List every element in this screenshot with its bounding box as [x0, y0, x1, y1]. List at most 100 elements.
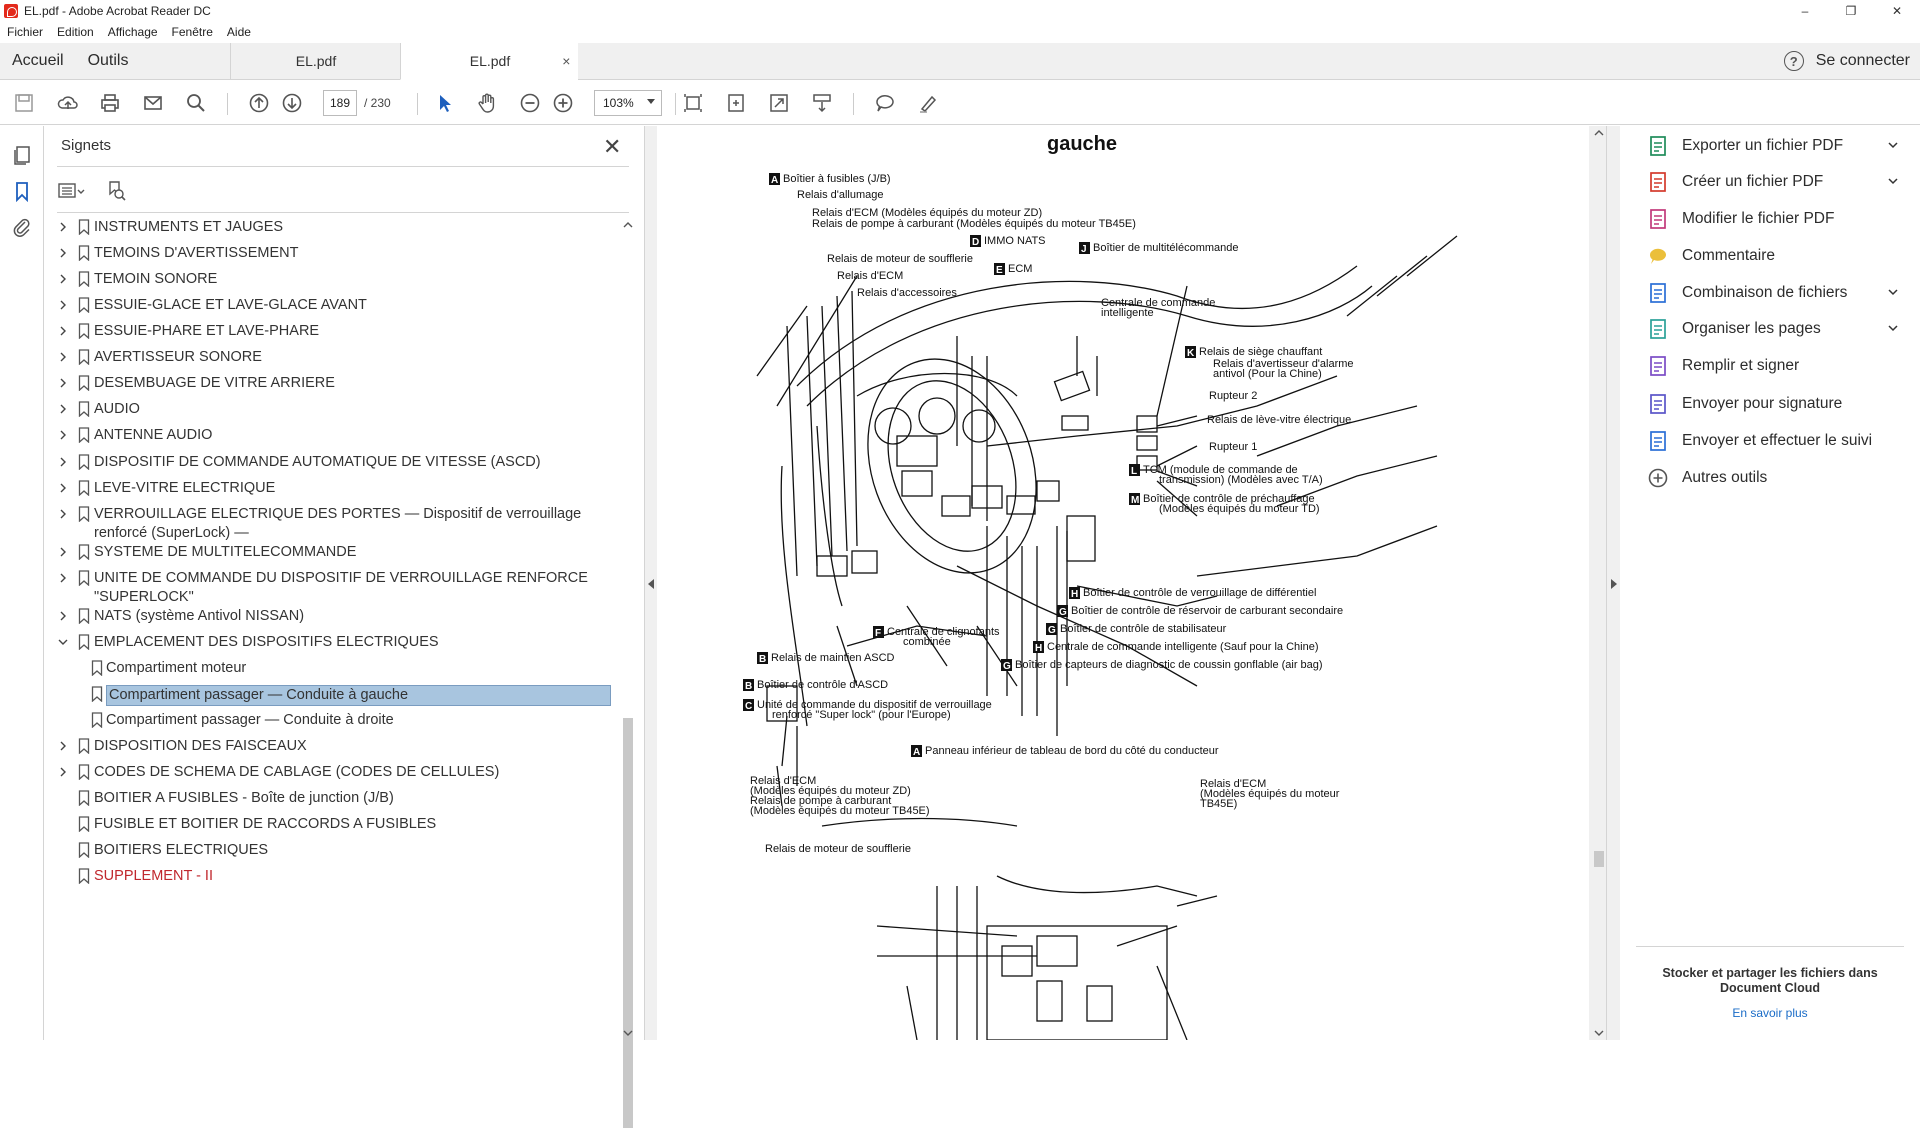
chevron-right-icon[interactable] — [57, 272, 69, 286]
bookmark-options-icon[interactable] — [57, 178, 87, 204]
menu-affichage[interactable]: Affichage — [101, 25, 165, 39]
tool-label: Autres outils — [1682, 469, 1768, 486]
chevron-right-icon[interactable] — [57, 609, 69, 623]
menu-edition[interactable]: Edition — [50, 25, 101, 39]
chevron-right-icon[interactable] — [57, 545, 69, 559]
chevron-right-icon[interactable] — [57, 350, 69, 364]
email-icon[interactable] — [141, 91, 165, 115]
learn-more-link[interactable]: En savoir plus — [1640, 1006, 1900, 1020]
bookmark-label: LEVE-VITRE ELECTRIQUE — [94, 480, 276, 496]
left-panel-splitter[interactable] — [645, 126, 657, 1040]
help-icon[interactable]: ? — [1783, 51, 1804, 71]
document-viewport[interactable]: gauche A Boîtier à fusibles (J/B) Relais… — [657, 126, 1592, 1040]
fit-page-icon[interactable] — [681, 91, 705, 115]
page-thumbnails-icon[interactable] — [11, 144, 33, 166]
save-icon[interactable] — [12, 91, 36, 115]
tool-export-pdf[interactable]: Exporter un fichier PDF — [1646, 132, 1916, 160]
chevron-right-icon[interactable] — [57, 571, 69, 585]
upload-cloud-icon[interactable] — [56, 91, 80, 115]
tool-send-track[interactable]: Envoyer et effectuer le suivi — [1646, 427, 1916, 455]
bookmark-icon — [78, 506, 90, 522]
diagram-label: Relais de moteur de soufflerie — [765, 843, 911, 855]
tool-comment[interactable]: Commentaire — [1646, 242, 1916, 270]
callout-letter: L — [1131, 466, 1137, 477]
menu-aide[interactable]: Aide — [220, 25, 258, 39]
document-scrollbar[interactable] — [1592, 126, 1606, 1040]
tab-tools[interactable]: Outils — [76, 43, 141, 79]
zoom-in-icon[interactable] — [551, 91, 575, 115]
diagram-label: (Modèles équipés du moteur TD) — [1159, 503, 1320, 515]
find-bookmark-icon[interactable] — [101, 178, 131, 204]
chevron-right-icon[interactable] — [57, 376, 69, 390]
tool-more-tools[interactable]: Autres outils — [1646, 464, 1916, 492]
close-window-button[interactable]: ✕ — [1874, 0, 1920, 22]
maximize-button[interactable]: ❐ — [1828, 0, 1874, 22]
tool-send-signature[interactable]: Envoyer pour signature — [1646, 390, 1916, 418]
close-bookmarks-icon[interactable]: ✕ — [603, 134, 621, 160]
tab-document-2[interactable]: EL.pdf × — [400, 43, 579, 80]
chevron-right-icon[interactable] — [57, 765, 69, 779]
chevron-down-icon[interactable] — [1888, 287, 1898, 297]
chevron-right-icon[interactable] — [57, 246, 69, 260]
select-arrow-icon[interactable] — [433, 91, 457, 115]
chevron-right-icon[interactable] — [57, 298, 69, 312]
wiring-location-diagram: gauche A Boîtier à fusibles (J/B)Relais … — [743, 133, 1458, 1040]
callout-letter: B — [745, 681, 752, 692]
tool-edit-pdf[interactable]: Modifier le fichier PDF — [1646, 205, 1916, 233]
attachments-icon[interactable] — [11, 216, 33, 238]
next-page-icon[interactable] — [280, 91, 304, 115]
zoom-out-icon[interactable] — [518, 91, 542, 115]
bookmark-label: VERROUILLAGE ELECTRIQUE DES PORTES — Dis… — [94, 506, 582, 541]
tool-combine[interactable]: Combinaison de fichiers — [1646, 279, 1916, 307]
chevron-right-icon[interactable] — [57, 507, 69, 521]
bookmarks-scrollbar[interactable] — [620, 218, 636, 1128]
chevron-down-icon[interactable] — [1888, 323, 1898, 333]
tool-fill-sign[interactable]: Remplir et signer — [1646, 352, 1916, 380]
menu-fenetre[interactable]: Fenêtre — [165, 25, 220, 39]
comment-icon[interactable] — [873, 91, 897, 115]
hand-tool-icon[interactable] — [475, 91, 499, 115]
right-panel-splitter[interactable] — [1606, 126, 1620, 1040]
chevron-right-icon[interactable] — [57, 739, 69, 753]
search-icon[interactable] — [184, 91, 208, 115]
callout-letter: G — [1059, 607, 1067, 618]
bookmark-icon — [78, 764, 90, 780]
tab-bar: Accueil Outils EL.pdf EL.pdf × ? Se conn… — [0, 43, 1920, 80]
diagram-label: (Modèles équipés du moteur TB45E) — [750, 805, 930, 817]
chevron-right-icon[interactable] — [57, 324, 69, 338]
chevron-down-icon[interactable] — [57, 635, 69, 649]
tool-organize[interactable]: Organiser les pages — [1646, 315, 1916, 343]
page-number-input[interactable]: 189 — [323, 90, 357, 116]
scrollbar-thumb[interactable] — [1594, 851, 1604, 867]
diagram-label: Boîtier de contrôle de verrouillage de d… — [1083, 587, 1316, 599]
bookmark-label: BOITIERS ELECTRIQUES — [94, 842, 269, 858]
chevron-right-icon[interactable] — [57, 481, 69, 495]
tab-home[interactable]: Accueil — [0, 43, 76, 79]
scrollbar-thumb[interactable] — [623, 718, 633, 1128]
rotate-view-icon[interactable] — [724, 91, 748, 115]
chevron-right-icon[interactable] — [57, 220, 69, 234]
chevron-right-icon[interactable] — [57, 455, 69, 469]
chevron-right-icon[interactable] — [57, 428, 69, 442]
scroll-mode-icon[interactable] — [810, 91, 834, 115]
previous-page-icon[interactable] — [247, 91, 271, 115]
full-screen-icon[interactable] — [767, 91, 791, 115]
chevron-down-icon[interactable] — [1888, 176, 1898, 186]
print-icon[interactable] — [98, 91, 122, 115]
tab-document-1[interactable]: EL.pdf — [230, 43, 400, 79]
zoom-select[interactable]: 103% — [594, 90, 662, 116]
callout-letter: J — [1081, 244, 1087, 255]
close-tab-icon[interactable]: × — [562, 53, 570, 69]
collapse-left-icon[interactable] — [648, 579, 654, 589]
collapse-right-icon[interactable] — [1611, 579, 1617, 589]
highlight-pen-icon[interactable] — [916, 91, 940, 115]
bookmark-icon — [78, 219, 90, 235]
edit-pdf-icon — [1650, 209, 1666, 229]
chevron-down-icon[interactable] — [1888, 140, 1898, 150]
chevron-right-icon[interactable] — [57, 402, 69, 416]
sign-in-button[interactable]: Se connecter — [1816, 52, 1910, 70]
minimize-button[interactable]: – — [1782, 0, 1828, 22]
tool-create-pdf[interactable]: Créer un fichier PDF — [1646, 168, 1916, 196]
bookmarks-panel-icon[interactable] — [11, 180, 33, 203]
menu-fichier[interactable]: Fichier — [0, 25, 50, 39]
